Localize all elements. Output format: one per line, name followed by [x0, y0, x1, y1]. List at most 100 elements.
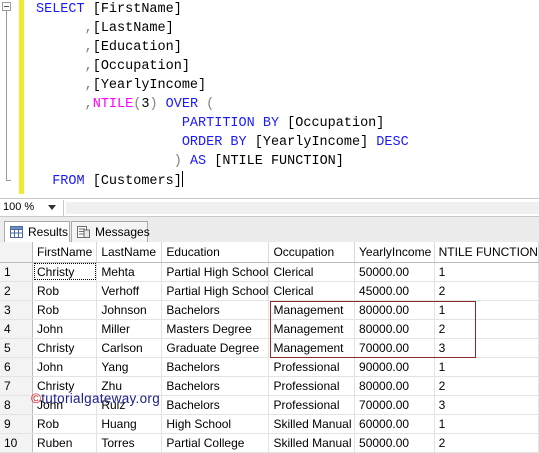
grid-corner[interactable] — [0, 242, 33, 263]
column-header[interactable]: YearlyIncome — [354, 242, 435, 263]
column-header[interactable]: LastName — [96, 242, 163, 263]
table-cell[interactable]: Rob — [32, 281, 98, 301]
table-cell[interactable]: 50000.00 — [354, 262, 435, 282]
row-number[interactable]: 1 — [0, 262, 33, 282]
code-line[interactable]: ,[Education] — [36, 38, 182, 57]
table-row[interactable]: 1 Christy Mehta Partial High School Clerical… — [0, 262, 539, 282]
table-cell[interactable]: Christy — [32, 262, 98, 282]
table-cell[interactable]: Professional — [268, 395, 356, 415]
zoom-dropdown[interactable]: 100 % — [0, 200, 64, 216]
sql-editor[interactable]: SELECT [FirstName] ,[LastName] ,[Educati… — [0, 0, 539, 198]
table-cell[interactable]: 1 — [434, 357, 539, 377]
table-cell[interactable]: 1 — [434, 262, 539, 282]
table-cell[interactable]: Yang — [96, 357, 163, 377]
table-cell[interactable]: Mehta — [96, 262, 163, 282]
table-cell[interactable]: Partial College — [161, 433, 270, 453]
table-cell[interactable]: Carlson — [96, 338, 163, 358]
watermark-text: tutorialgateway.org — [41, 391, 161, 406]
code-line[interactable]: FROM [Customers] — [36, 171, 183, 190]
table-cell[interactable]: High School — [161, 414, 270, 434]
row-number[interactable]: 6 — [0, 357, 33, 377]
table-cell[interactable]: Torres — [96, 433, 163, 453]
code-token: [LastName] — [92, 21, 174, 36]
table-cell[interactable]: Christy — [32, 338, 98, 358]
table-cell[interactable]: Partial High School — [161, 262, 270, 282]
code-line[interactable]: ORDER BY [YearlyIncome] DESC — [36, 133, 409, 152]
row-number[interactable]: 5 — [0, 338, 33, 358]
table-cell[interactable]: Bachelors — [161, 357, 270, 377]
table-row[interactable]: 2 Rob Verhoff Partial High School Clerical 45… — [0, 281, 539, 301]
row-number[interactable]: 2 — [0, 281, 33, 301]
table-cell[interactable]: Professional — [268, 376, 356, 396]
column-header[interactable]: FirstName — [32, 242, 98, 263]
table-cell[interactable]: 90000.00 — [354, 357, 435, 377]
table-cell[interactable]: Skilled Manual — [268, 414, 356, 434]
results-grid-icon — [10, 226, 23, 238]
tab-results-label: Results — [28, 225, 69, 239]
code-line[interactable]: ,[YearlyIncome] — [36, 76, 207, 95]
column-header[interactable]: Education — [161, 242, 270, 263]
tab-messages[interactable]: Messages — [71, 221, 150, 242]
code-token: DESC — [376, 135, 409, 150]
table-cell[interactable]: Professional — [268, 357, 356, 377]
table-cell[interactable]: 50000.00 — [354, 433, 435, 453]
row-number[interactable]: 8 — [0, 395, 33, 415]
table-cell[interactable]: Clerical — [268, 262, 356, 282]
table-cell[interactable]: 70000.00 — [354, 395, 435, 415]
table-cell[interactable]: 80000.00 — [354, 376, 435, 396]
code-line[interactable]: ,[LastName] — [36, 19, 174, 38]
table-cell[interactable]: Huang — [96, 414, 163, 434]
code-token: OVER — [157, 97, 207, 112]
row-number[interactable]: 3 — [0, 300, 33, 320]
row-number[interactable]: 10 — [0, 433, 33, 453]
table-cell[interactable]: Graduate Degree — [161, 338, 270, 358]
table-cell[interactable]: 2 — [434, 376, 539, 396]
table-cell[interactable]: 60000.00 — [354, 414, 435, 434]
code-line[interactable]: SELECT [FirstName] — [36, 0, 182, 19]
table-cell[interactable]: 3 — [434, 395, 539, 415]
table-cell[interactable]: Bachelors — [161, 395, 270, 415]
code-token: [NTILE FUNCTION] — [214, 154, 344, 169]
column-header[interactable]: Occupation — [268, 242, 356, 263]
table-cell[interactable]: 2 — [434, 281, 539, 301]
table-cell[interactable]: John — [32, 319, 98, 339]
table-cell[interactable]: Partial High School — [161, 281, 270, 301]
table-cell[interactable]: Clerical — [268, 281, 356, 301]
horizontal-scrollbar[interactable] — [66, 202, 539, 214]
table-cell[interactable]: John — [32, 357, 98, 377]
table-cell[interactable]: Bachelors — [161, 376, 270, 396]
code-line[interactable]: ) AS [NTILE FUNCTION] — [36, 152, 344, 171]
code-token: ) — [149, 97, 158, 112]
table-row[interactable]: 9 Rob Huang High School Skilled Manual 60000.… — [0, 414, 539, 434]
table-cell[interactable]: 2 — [434, 433, 539, 453]
code-token: , — [84, 97, 93, 112]
code-line[interactable]: ,NTILE(3) OVER ( — [36, 95, 215, 114]
table-cell[interactable]: Johnson — [96, 300, 163, 320]
code-token: NTILE — [92, 97, 134, 112]
table-cell[interactable]: 1 — [434, 414, 539, 434]
code-line[interactable]: PARTITION BY [Occupation] — [36, 114, 385, 133]
results-grid[interactable]: FirstName LastName Education Occupation … — [0, 242, 539, 453]
column-header[interactable]: NTILE FUNCTION — [434, 242, 539, 263]
table-cell[interactable]: Bachelors — [161, 300, 270, 320]
table-cell[interactable]: Rob — [32, 300, 98, 320]
table-cell[interactable]: Masters Degree — [161, 319, 270, 339]
table-row[interactable]: 6 John Yang Bachelors Professional 90000.00 1 — [0, 357, 539, 377]
table-row[interactable]: 10 Ruben Torres Partial College Skilled Manu… — [0, 433, 539, 453]
table-cell[interactable]: Skilled Manual — [268, 433, 356, 453]
table-cell[interactable]: Miller — [96, 319, 163, 339]
code-token: , — [84, 78, 93, 93]
table-cell[interactable]: Verhoff — [96, 281, 163, 301]
table-cell[interactable]: 45000.00 — [354, 281, 435, 301]
collapse-toggle-icon[interactable] — [2, 2, 11, 11]
code-line[interactable]: ,[Occupation] — [36, 57, 190, 76]
code-token: SELECT — [36, 2, 93, 17]
row-number[interactable]: 9 — [0, 414, 33, 434]
header-row: FirstName LastName Education Occupation … — [0, 242, 539, 263]
row-number[interactable]: 7 — [0, 376, 33, 396]
tab-results[interactable]: Results — [4, 221, 70, 243]
table-cell[interactable]: Rob — [32, 414, 98, 434]
row-number[interactable]: 4 — [0, 319, 33, 339]
table-cell[interactable]: Ruben — [32, 433, 98, 453]
